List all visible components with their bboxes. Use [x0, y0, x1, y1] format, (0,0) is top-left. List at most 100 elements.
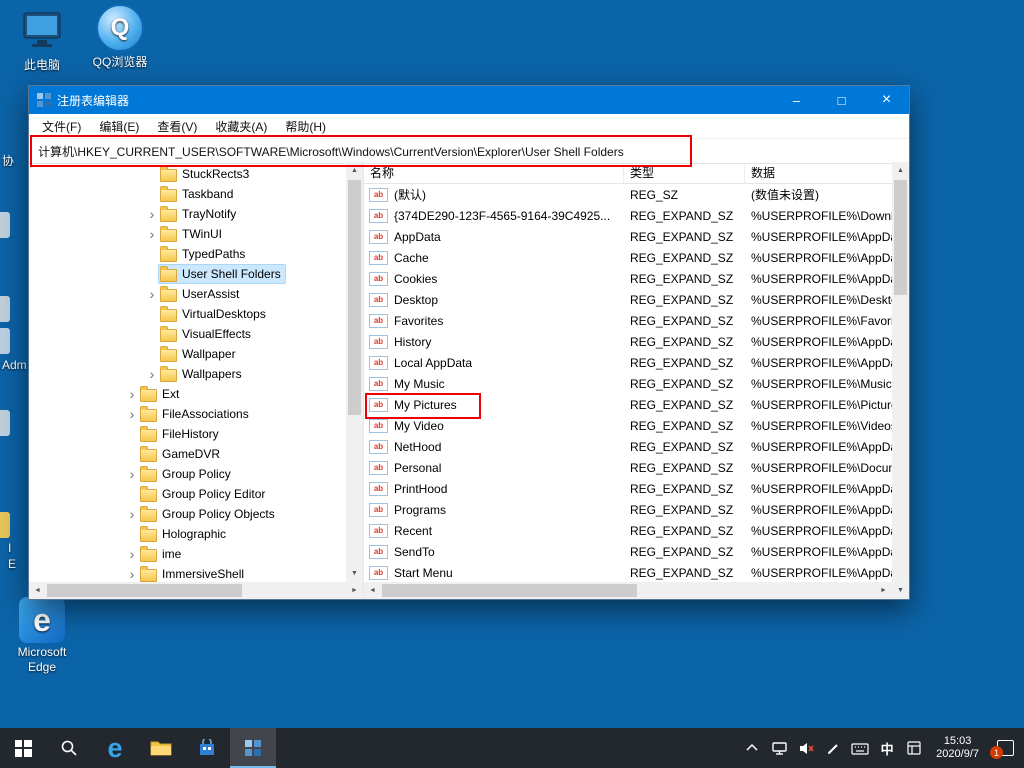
menu-item-2[interactable]: 查看(V) — [148, 118, 206, 135]
taskbar-file-explorer-button[interactable] — [138, 728, 184, 768]
registry-value-row[interactable]: abSendToREG_EXPAND_SZ%USERPROFILE%\AppDa — [364, 541, 892, 562]
scroll-down-icon[interactable]: ▼ — [346, 565, 363, 582]
expand-chevron-icon[interactable]: › — [125, 464, 139, 484]
desktop-icon-fragment[interactable] — [0, 512, 10, 538]
expand-chevron-icon[interactable]: › — [125, 564, 139, 582]
scrollbar-thumb[interactable] — [382, 584, 637, 597]
taskbar-store-button[interactable] — [184, 728, 230, 768]
list-vertical-scrollbar[interactable]: ▲ ▼ — [892, 162, 909, 599]
tree-item[interactable]: Taskband — [29, 184, 346, 204]
desktop-icon-fragment[interactable] — [0, 328, 10, 354]
registry-value-row[interactable]: abLocal AppDataREG_EXPAND_SZ%USERPROFILE… — [364, 352, 892, 373]
tree-vertical-scrollbar[interactable]: ▲ ▼ — [346, 162, 363, 582]
registry-value-row[interactable]: abMy VideoREG_EXPAND_SZ%USERPROFILE%\Vid… — [364, 415, 892, 436]
start-button[interactable] — [0, 728, 46, 768]
scroll-left-icon[interactable]: ◄ — [29, 582, 46, 599]
pen-icon[interactable] — [824, 739, 842, 757]
registry-value-row[interactable]: abCookiesREG_EXPAND_SZ%USERPROFILE%\AppD… — [364, 268, 892, 289]
ime-indicator[interactable]: 中 — [878, 739, 896, 757]
tree-item[interactable]: Holographic — [29, 524, 346, 544]
tree-horizontal-scrollbar[interactable]: ◄ ► — [29, 582, 363, 599]
menu-item-4[interactable]: 帮助(H) — [276, 118, 335, 135]
network-status-icon[interactable] — [770, 739, 788, 757]
registry-value-row[interactable]: abPersonalREG_EXPAND_SZ%USERPROFILE%\Doc… — [364, 457, 892, 478]
registry-value-row[interactable]: abAppDataREG_EXPAND_SZ%USERPROFILE%\AppD… — [364, 226, 892, 247]
list-horizontal-scrollbar[interactable]: ◄ ► — [364, 582, 892, 599]
tree-item[interactable]: User Shell Folders — [29, 264, 346, 284]
tree-item[interactable]: VisualEffects — [29, 324, 346, 344]
scrollbar-thumb[interactable] — [47, 584, 242, 597]
registry-value-row[interactable]: ab(默认)REG_SZ(数值未设置) — [364, 184, 892, 205]
scroll-left-icon[interactable]: ◄ — [364, 582, 381, 599]
tree-item[interactable]: ›TrayNotify — [29, 204, 346, 224]
registry-value-row[interactable]: abCacheREG_EXPAND_SZ%USERPROFILE%\AppDa — [364, 247, 892, 268]
tree-item[interactable]: FileHistory — [29, 424, 346, 444]
volume-muted-icon[interactable] — [797, 739, 815, 757]
desktop-icon-fragment[interactable] — [0, 410, 10, 436]
tree-item[interactable]: ›ime — [29, 544, 346, 564]
registry-value-row[interactable]: abProgramsREG_EXPAND_SZ%USERPROFILE%\App… — [364, 499, 892, 520]
input-options-icon[interactable] — [905, 739, 923, 757]
expand-chevron-icon[interactable]: › — [145, 284, 159, 304]
tree-item[interactable]: ›FileAssociations — [29, 404, 346, 424]
registry-value-row[interactable]: abMy MusicREG_EXPAND_SZ%USERPROFILE%\Mus… — [364, 373, 892, 394]
column-header-data[interactable]: 数据 — [745, 162, 892, 183]
address-bar[interactable]: 计算机\HKEY_CURRENT_USER\SOFTWARE\Microsoft… — [29, 139, 909, 164]
expand-chevron-icon[interactable]: › — [125, 404, 139, 424]
column-header-type[interactable]: 类型 — [624, 162, 745, 183]
close-button[interactable]: × — [864, 86, 909, 114]
registry-value-row[interactable]: ab{374DE290-123F-4565-9164-39C4925...REG… — [364, 205, 892, 226]
tree-item[interactable]: TypedPaths — [29, 244, 346, 264]
tree-item[interactable]: ›UserAssist — [29, 284, 346, 304]
tray-expand-button[interactable] — [743, 739, 761, 757]
tree-item[interactable]: ›Group Policy — [29, 464, 346, 484]
scroll-right-icon[interactable]: ► — [875, 582, 892, 599]
expand-chevron-icon[interactable]: › — [125, 504, 139, 524]
taskbar-edge-button[interactable]: e — [92, 728, 138, 768]
registry-value-row[interactable]: abDesktopREG_EXPAND_SZ%USERPROFILE%\Desk… — [364, 289, 892, 310]
expand-chevron-icon[interactable]: › — [125, 544, 139, 564]
desktop-icon-fragment[interactable] — [0, 296, 10, 322]
expand-chevron-icon[interactable]: › — [145, 224, 159, 244]
registry-value-row[interactable]: abFavoritesREG_EXPAND_SZ%USERPROFILE%\Fa… — [364, 310, 892, 331]
scrollbar-thumb[interactable] — [894, 180, 907, 295]
column-header-name[interactable]: 名称 — [364, 162, 624, 183]
tree-item[interactable]: Group Policy Editor — [29, 484, 346, 504]
desktop-icon-microsoft-edge[interactable]: e Microsoft Edge — [6, 597, 78, 675]
registry-value-row[interactable]: abPrintHoodREG_EXPAND_SZ%USERPROFILE%\Ap… — [364, 478, 892, 499]
scrollbar-thumb[interactable] — [348, 180, 361, 415]
touch-keyboard-icon[interactable] — [851, 739, 869, 757]
expand-chevron-icon[interactable]: › — [145, 364, 159, 384]
taskbar-clock[interactable]: 15:03 2020/9/7 — [932, 735, 983, 761]
scroll-down-icon[interactable]: ▼ — [892, 582, 909, 599]
scroll-up-icon[interactable]: ▲ — [892, 162, 909, 179]
scroll-up-icon[interactable]: ▲ — [346, 162, 363, 179]
minimize-button[interactable]: – — [774, 86, 819, 114]
tree-item[interactable]: GameDVR — [29, 444, 346, 464]
tree-item[interactable]: ›Wallpapers — [29, 364, 346, 384]
action-center-button[interactable]: 1 — [992, 739, 1014, 757]
desktop-icon-fragment[interactable] — [0, 212, 10, 238]
menu-item-3[interactable]: 收藏夹(A) — [206, 118, 276, 135]
registry-value-row[interactable]: abNetHoodREG_EXPAND_SZ%USERPROFILE%\AppD… — [364, 436, 892, 457]
scroll-right-icon[interactable]: ► — [346, 582, 363, 599]
tree-item[interactable]: Wallpaper — [29, 344, 346, 364]
taskbar-regedit-button[interactable] — [230, 728, 276, 768]
tree-item[interactable]: StuckRects3 — [29, 164, 346, 184]
maximize-button[interactable]: □ — [819, 86, 864, 114]
desktop-icon-qq-browser[interactable]: Q QQ浏览器 — [84, 5, 156, 70]
tree-item[interactable]: ›Ext — [29, 384, 346, 404]
registry-value-row[interactable]: abRecentREG_EXPAND_SZ%USERPROFILE%\AppDa — [364, 520, 892, 541]
registry-value-row[interactable]: abHistoryREG_EXPAND_SZ%USERPROFILE%\AppD… — [364, 331, 892, 352]
menu-item-0[interactable]: 文件(F) — [33, 118, 90, 135]
expand-chevron-icon[interactable]: › — [125, 384, 139, 404]
registry-value-row[interactable]: abMy PicturesREG_EXPAND_SZ%USERPROFILE%\… — [364, 394, 892, 415]
tree-item[interactable]: ›TWinUI — [29, 224, 346, 244]
tree-item[interactable]: ›ImmersiveShell — [29, 564, 346, 582]
tree-item[interactable]: VirtualDesktops — [29, 304, 346, 324]
menu-item-1[interactable]: 编辑(E) — [90, 118, 148, 135]
desktop-icon-this-pc[interactable]: 此电脑 — [6, 8, 78, 73]
expand-chevron-icon[interactable]: › — [145, 204, 159, 224]
tree-item[interactable]: ›Group Policy Objects — [29, 504, 346, 524]
registry-value-row[interactable]: abStart MenuREG_EXPAND_SZ%USERPROFILE%\A… — [364, 562, 892, 582]
